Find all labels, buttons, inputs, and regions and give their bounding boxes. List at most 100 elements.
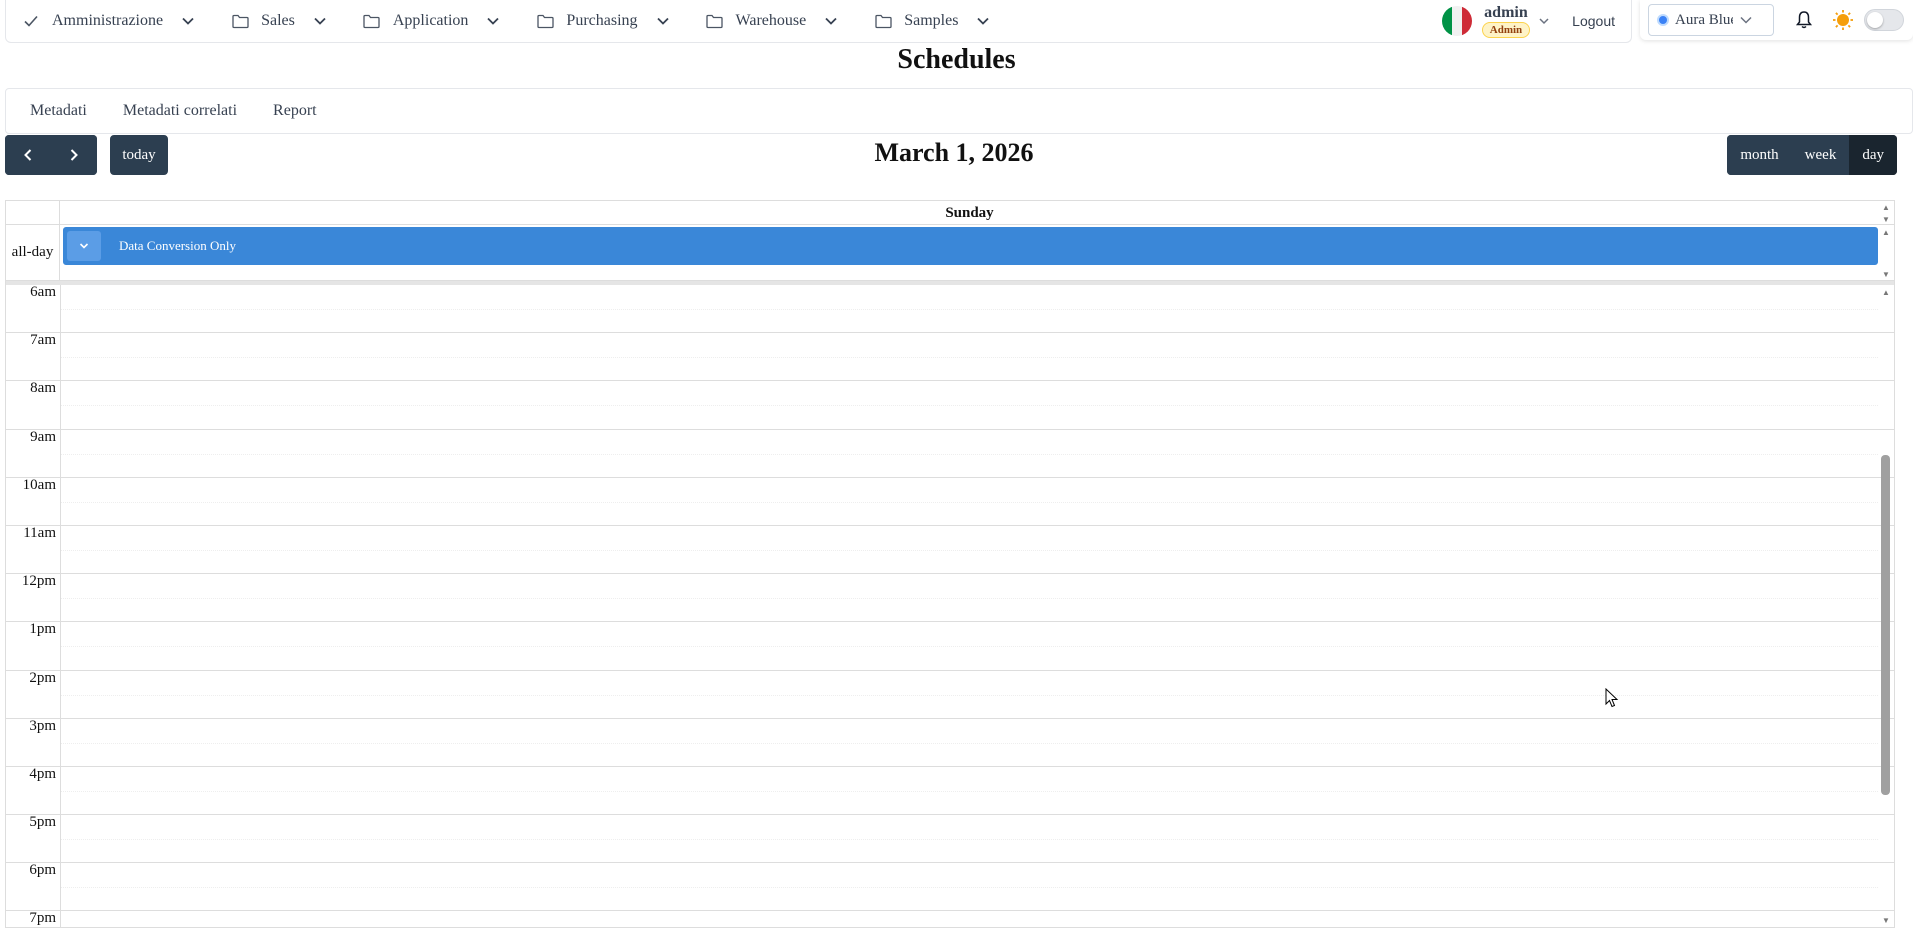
folder-icon (874, 12, 892, 30)
scroll-up-arrow-icon[interactable]: ▲ (1878, 285, 1894, 299)
scroll-down-arrow-icon[interactable]: ▼ (1878, 913, 1894, 927)
menu-sales[interactable]: Sales (231, 0, 345, 42)
main-menu: Amministrazione Sales Application Purcha… (6, 0, 1026, 42)
chevron-down-icon (656, 17, 669, 25)
time-slot[interactable]: 7am (6, 332, 1894, 382)
menu-label: Samples (904, 12, 959, 29)
time-slot[interactable]: 6am (6, 285, 1894, 334)
menu-label: Amministrazione (52, 12, 164, 29)
time-label: 10am (22, 476, 56, 493)
menu-purchasing[interactable]: Purchasing (536, 0, 687, 42)
axis-divider (60, 285, 61, 927)
tab-report[interactable]: Report (273, 102, 317, 120)
time-label: 4pm (29, 765, 56, 782)
time-slot[interactable]: 7pm (6, 910, 1894, 927)
event-title: Data Conversion Only (119, 238, 236, 253)
user-role-badge: Admin (1481, 22, 1531, 38)
time-slot[interactable]: 9am (6, 428, 1894, 478)
chevron-down-icon (314, 17, 326, 25)
menu-samples[interactable]: Samples (874, 0, 1008, 42)
menu-amministrazione[interactable]: Amministrazione (22, 0, 213, 42)
chevron-down-icon (487, 17, 500, 25)
calendar-event[interactable]: Data Conversion Only (63, 227, 1878, 265)
scrollbar-thumb[interactable] (1881, 455, 1890, 795)
allday-scrollbar[interactable]: ▲ ▼ (1878, 225, 1894, 281)
calendar-toolbar: today March 1, 2026 month week day (5, 135, 1913, 177)
time-slot[interactable]: 8am (6, 380, 1894, 430)
time-slot[interactable]: 5pm (6, 814, 1894, 864)
sun-icon[interactable] (1832, 9, 1854, 31)
time-label: 9am (30, 428, 56, 445)
chevron-down-icon (825, 17, 837, 25)
menu-application[interactable]: Application (363, 0, 519, 42)
view-week-button[interactable]: week (1791, 135, 1850, 175)
tab-metadati-correlati[interactable]: Metadati correlati (123, 102, 237, 120)
bell-icon[interactable] (1794, 10, 1814, 30)
time-grid: 6am 7am 8am 9am 10am 11am 12pm 1pm 2pm 3… (6, 285, 1894, 927)
calendar-day-view: Sunday ▲ ▼ all-day Data Conversion Only … (5, 200, 1895, 928)
italian-flag-icon[interactable] (1441, 6, 1472, 36)
time-label: 3pm (29, 717, 56, 734)
page-title: Schedules (897, 44, 1016, 75)
time-grid-scrollbar[interactable]: ▲ ▼ (1878, 285, 1894, 927)
mouse-cursor-icon (1605, 688, 1619, 708)
theme-color-dot (1657, 14, 1669, 26)
menu-label: Application (392, 12, 469, 29)
logout-button[interactable]: Logout (1572, 13, 1615, 29)
detail-tabs: Metadati Metadati correlati Report (5, 88, 1913, 134)
time-slot[interactable]: 4pm (6, 765, 1894, 816)
chevron-down-icon[interactable] (1538, 15, 1550, 27)
menu-label: Sales (261, 12, 295, 29)
folder-icon (536, 12, 554, 30)
scroll-down-arrow-icon[interactable]: ▼ (1878, 213, 1894, 225)
chevron-down-icon (79, 243, 89, 249)
time-label: 8am (30, 380, 56, 397)
chevron-down-icon (1740, 16, 1752, 24)
time-slot[interactable]: 6pm (6, 862, 1894, 912)
time-label: 2pm (29, 669, 56, 686)
time-label: 1pm (29, 621, 56, 638)
user-menu[interactable]: admin Admin (1481, 4, 1531, 38)
header-scrollbar[interactable]: ▲ ▼ (1878, 201, 1894, 225)
calendar-title: March 1, 2026 (874, 138, 1034, 167)
allday-row: all-day Data Conversion Only ▲ ▼ (6, 225, 1894, 281)
theme-select[interactable]: Aura Blue (1648, 4, 1774, 36)
menu-warehouse[interactable]: Warehouse (706, 0, 857, 42)
time-label: 11am (23, 524, 56, 541)
user-name: admin (1484, 4, 1528, 21)
dark-mode-toggle[interactable] (1864, 9, 1904, 31)
event-expand-button[interactable] (67, 231, 101, 261)
tab-metadati[interactable]: Metadati (30, 102, 87, 120)
view-day-button[interactable]: day (1849, 135, 1897, 175)
time-label: 12pm (21, 573, 56, 590)
view-switcher: month week day (1727, 135, 1897, 175)
time-label: 7am (30, 332, 56, 349)
day-header: Sunday (945, 205, 994, 221)
allday-label: all-day (6, 225, 60, 280)
time-label: 6pm (29, 862, 56, 879)
theme-panel: Aura Blue (1640, 0, 1913, 40)
scroll-up-arrow-icon[interactable]: ▲ (1878, 225, 1894, 239)
folder-icon (363, 12, 381, 30)
theme-select-value: Aura Blue (1675, 11, 1733, 28)
time-slot[interactable]: 10am (6, 476, 1894, 526)
user-area: admin Admin Logout (1441, 0, 1631, 42)
time-slot[interactable]: 1pm (6, 621, 1894, 671)
menu-label: Warehouse (735, 12, 807, 29)
folder-icon (231, 12, 249, 30)
menu-label: Purchasing (566, 12, 638, 29)
check-icon (22, 12, 40, 30)
top-navbar: Amministrazione Sales Application Purcha… (5, 0, 1632, 43)
time-label: 6am (30, 285, 56, 300)
time-slot[interactable]: 11am (6, 524, 1894, 575)
time-slot[interactable]: 3pm (6, 717, 1894, 767)
calendar-header: Sunday ▲ ▼ (6, 201, 1894, 225)
chevron-down-icon (182, 17, 194, 25)
chevron-down-icon (977, 17, 990, 25)
scroll-up-arrow-icon[interactable]: ▲ (1878, 201, 1894, 213)
scroll-down-arrow-icon[interactable]: ▼ (1878, 267, 1894, 281)
view-month-button[interactable]: month (1727, 135, 1792, 175)
folder-icon (706, 12, 724, 30)
time-slot[interactable]: 12pm (6, 573, 1894, 623)
axis-header-cell (6, 201, 60, 224)
